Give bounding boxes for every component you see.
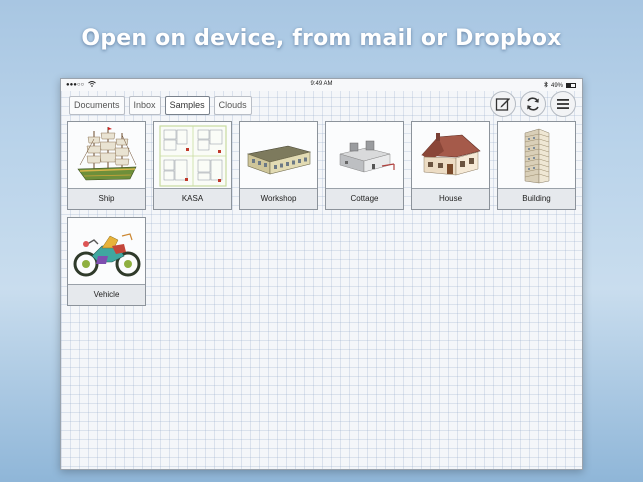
sample-item-house[interactable]: House (411, 121, 490, 210)
sample-item-label: Workshop (240, 188, 317, 209)
workshop-icon (246, 145, 311, 174)
sample-item-building[interactable]: Building (497, 121, 576, 210)
status-time: 9:49 AM (310, 81, 333, 87)
tab-clouds[interactable]: Clouds (213, 96, 252, 115)
tab-samples[interactable]: Samples (164, 96, 210, 115)
house-icon (420, 132, 481, 175)
cottage-icon (338, 140, 395, 172)
sample-item-label: KASA (154, 188, 231, 209)
sample-item-label: Ship (68, 188, 145, 209)
building-icon (524, 128, 549, 183)
sync-button[interactable] (520, 91, 546, 117)
edit-button[interactable] (490, 91, 516, 117)
sample-item-label: Vehicle (68, 284, 145, 305)
sync-icon (527, 97, 539, 111)
edit-icon (495, 98, 510, 111)
sample-item-ship[interactable]: Ship (67, 121, 146, 210)
sample-item-kasa[interactable]: KASA (153, 121, 232, 210)
tab-inbox[interactable]: Inbox (128, 96, 161, 115)
battery-icon (566, 83, 576, 88)
headline: Open on device, from mail or Dropbox (81, 26, 562, 51)
motorcycle-icon (73, 232, 140, 276)
tab-bar: Documents Inbox Samples Clouds (69, 96, 252, 115)
sample-item-label: House (412, 188, 489, 209)
sample-item-label: Building (498, 188, 575, 209)
status-bar: ●●●○○ 9:49 AM 49% (61, 79, 582, 91)
sample-item-label: Cottage (326, 188, 403, 209)
blueprint-icon (158, 124, 227, 187)
sample-item-workshop[interactable]: Workshop (239, 121, 318, 210)
menu-button[interactable] (550, 91, 576, 117)
ship-icon (76, 126, 136, 180)
sample-item-vehicle[interactable]: Vehicle (67, 217, 146, 306)
battery-percent: 49% (550, 82, 563, 89)
toolbar (490, 91, 576, 117)
tab-documents[interactable]: Documents (69, 96, 125, 115)
sample-item-cottage[interactable]: Cottage (325, 121, 404, 210)
ipad-screen: ●●●○○ 9:49 AM 49% Documents Inbox Sample… (60, 78, 583, 470)
bluetooth-icon (544, 81, 548, 90)
menu-icon (557, 99, 569, 109)
